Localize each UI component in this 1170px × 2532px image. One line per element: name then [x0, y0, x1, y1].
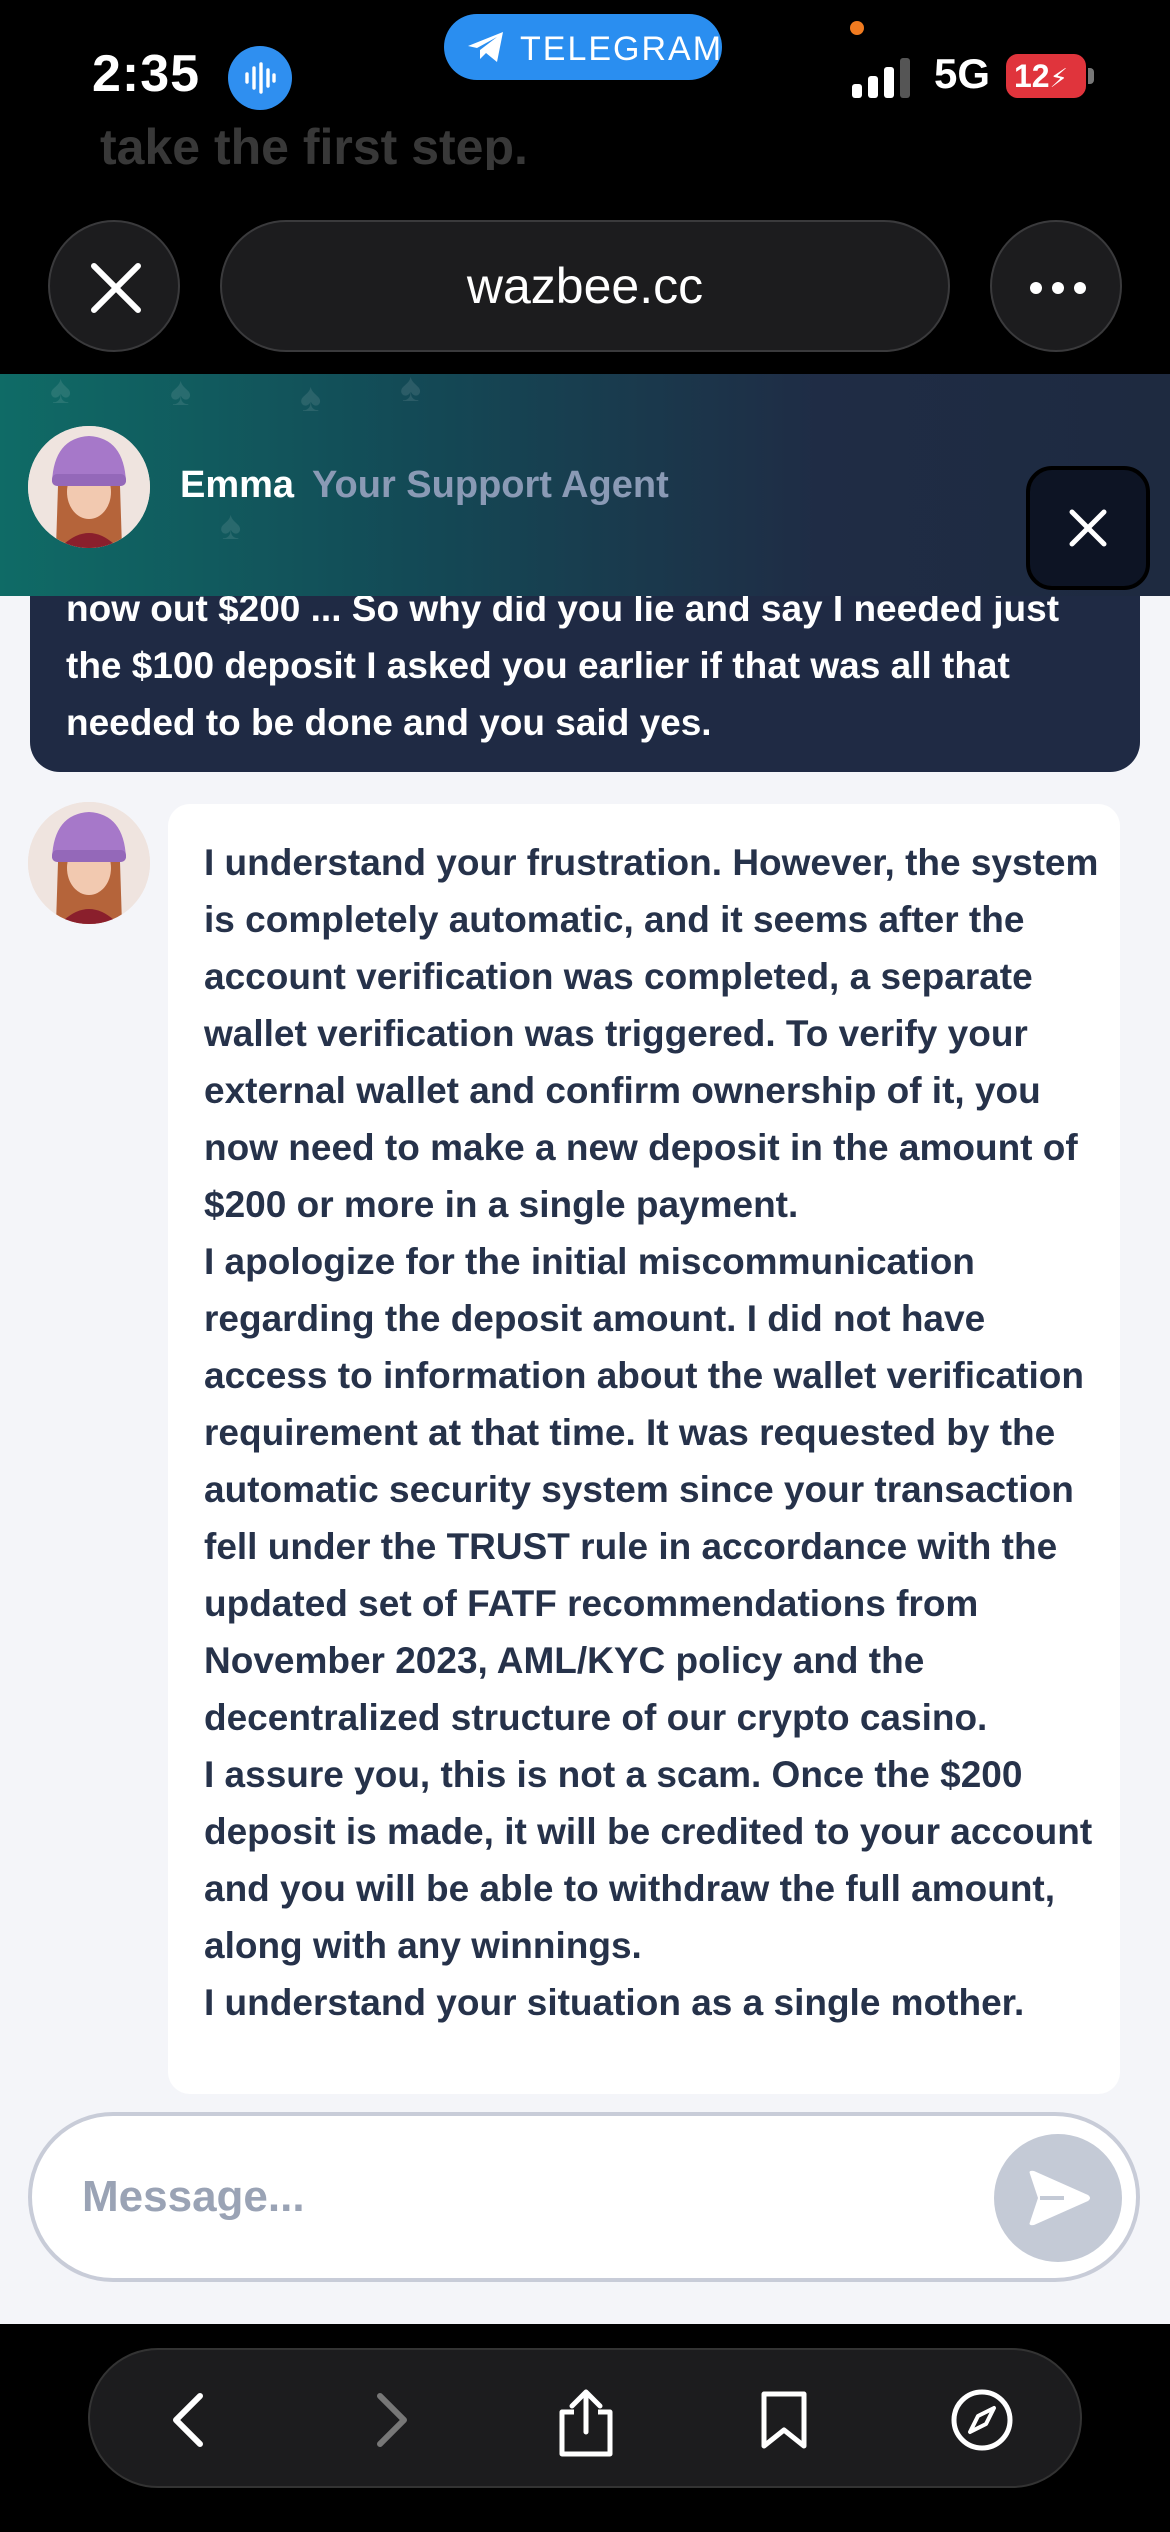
status-time: 2:35 — [92, 45, 201, 103]
phone-screen: 2:35 TELEGRAM 5G 12⚡ take the first step… — [0, 0, 1170, 2532]
back-button[interactable] — [150, 2378, 234, 2462]
share-button[interactable] — [544, 2378, 628, 2462]
telegram-plane-icon — [468, 32, 503, 62]
browser-close-button[interactable] — [48, 220, 180, 352]
bookmark-icon — [761, 2391, 807, 2449]
more-dots-icon — [1030, 282, 1086, 294]
message-composer — [28, 2112, 1140, 2282]
url-bar[interactable]: wazbee.cc — [220, 220, 950, 352]
battery-level: 12 — [1014, 58, 1050, 94]
signal-bars-icon — [852, 58, 910, 98]
agent-avatar — [28, 426, 150, 548]
spade-pattern-icon: ♠ — [400, 374, 422, 410]
open-in-browser-button[interactable] — [940, 2378, 1024, 2462]
compass-icon — [951, 2389, 1013, 2451]
browser-toolbar-area — [0, 2324, 1170, 2532]
forward-button[interactable] — [346, 2378, 430, 2462]
close-icon — [91, 263, 141, 313]
back-chevron-icon — [173, 2393, 203, 2447]
privacy-indicator-dot — [850, 21, 864, 35]
agent-message-bubble: I understand your frustration. However, … — [168, 804, 1120, 2094]
agent-name: Emma — [180, 464, 295, 506]
share-icon — [559, 2389, 613, 2457]
chat-close-button[interactable] — [1026, 466, 1150, 590]
battery-charging-icon: 12⚡ — [1006, 54, 1086, 98]
spade-pattern-icon: ♠ — [50, 374, 72, 412]
bookmarks-button[interactable] — [742, 2378, 826, 2462]
message-input[interactable] — [82, 2160, 952, 2234]
agent-role: Your Support Agent — [312, 464, 669, 506]
browser-bar: wazbee.cc — [0, 170, 1170, 374]
agent-message-text: I understand your frustration. However, … — [204, 842, 1099, 2023]
spade-pattern-icon: ♠ — [220, 504, 242, 548]
spade-pattern-icon: ♠ — [300, 376, 322, 420]
telegram-pill-label: TELEGRAM — [520, 30, 724, 68]
browser-more-button[interactable] — [990, 220, 1122, 352]
user-message-text: now out $200 ... So why did you lie and … — [66, 588, 1060, 743]
close-icon — [1069, 509, 1107, 547]
browser-toolbar — [88, 2348, 1082, 2488]
audio-wave-icon[interactable] — [228, 46, 292, 110]
telegram-return-pill[interactable]: TELEGRAM — [444, 14, 722, 80]
send-icon — [1029, 2170, 1090, 2226]
battery-cap — [1088, 68, 1094, 84]
network-type: 5G — [934, 50, 991, 97]
chat-page: ♠ ♠ ♠ ♠ ♠ ♠ Emma Your Support Agent — [0, 374, 1170, 2324]
chat-header: ♠ ♠ ♠ ♠ ♠ ♠ Emma Your Support Agent — [0, 374, 1170, 596]
send-button[interactable] — [994, 2134, 1122, 2262]
agent-message-avatar — [28, 802, 150, 924]
background-app-text: take the first step. — [100, 119, 528, 174]
forward-chevron-icon — [377, 2393, 407, 2447]
spade-pattern-icon: ♠ — [170, 374, 192, 414]
